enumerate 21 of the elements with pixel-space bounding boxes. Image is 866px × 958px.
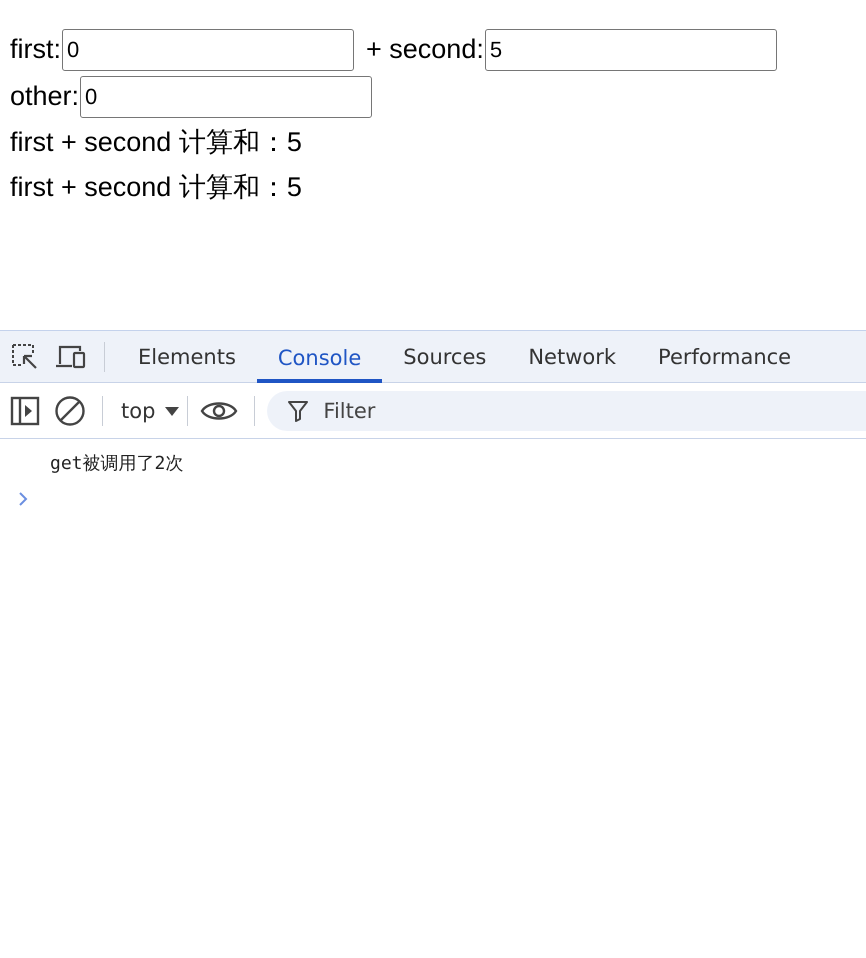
filter-icon — [288, 400, 308, 422]
devtools-tab[interactable]: Network — [507, 330, 638, 382]
devtools-tab[interactable]: Sources — [382, 330, 508, 382]
prompt-chevron-icon — [18, 491, 28, 507]
devtools-tab[interactable]: Performance — [637, 330, 812, 382]
devtools-tab[interactable]: Console — [256, 330, 382, 382]
field-label: first: — [10, 34, 61, 65]
result-text: first + second 计算和：5 — [10, 126, 303, 159]
input-field[interactable]: 0 — [62, 28, 354, 70]
console-message: get被调用了2次 — [49, 452, 184, 476]
context-dropdown[interactable]: top — [115, 398, 186, 422]
field-label: + second: — [366, 34, 484, 65]
input-field[interactable]: 0 — [80, 76, 372, 118]
filter-field[interactable]: Filter — [267, 390, 866, 430]
field-label: other: — [10, 81, 80, 112]
result-text: first + second 计算和：5 — [10, 171, 303, 204]
input-field[interactable]: 5 — [484, 28, 777, 70]
sidebar-icon[interactable] — [10, 396, 40, 426]
clear-icon[interactable] — [54, 394, 86, 426]
devtools-tab[interactable]: Elements — [117, 330, 257, 382]
caret-icon — [165, 406, 180, 416]
